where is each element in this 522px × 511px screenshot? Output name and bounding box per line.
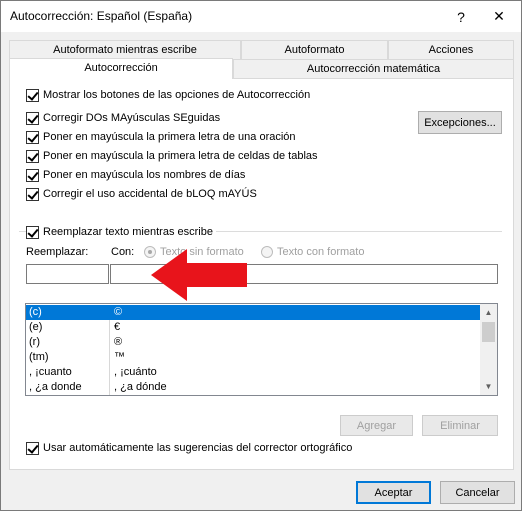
replace-label: Reemplazar: [26, 246, 89, 258]
row-from: (r) [29, 336, 40, 348]
row-to: € [114, 321, 121, 333]
replacement-list[interactable]: (c) © (e) € (r) ® (tm) ™ , ¡cuanto , ¡cu… [25, 303, 498, 396]
tab-actions[interactable]: Acciones [388, 40, 514, 59]
cancel-button[interactable]: Cancelar [440, 481, 515, 504]
show-buttons-checkbox[interactable] [26, 88, 39, 102]
replace-toggle-label: Reemplazar texto mientras escribe [43, 226, 213, 238]
row-from: , ¡cuanto [29, 366, 72, 378]
scroll-up-icon[interactable]: ▲ [480, 304, 497, 321]
replace-toggle-checkbox[interactable] [26, 225, 39, 239]
ok-button[interactable]: Aceptar [356, 481, 431, 504]
formatted-text-radio[interactable] [261, 246, 273, 258]
replace-input[interactable] [26, 264, 109, 284]
delete-button[interactable]: Eliminar [422, 415, 498, 436]
title-bar: Autocorrección: Español (España) ? ✕ [1, 1, 521, 32]
row-from: (tm) [29, 351, 49, 363]
tab-math-autocorrect[interactable]: Autocorrección matemática [233, 59, 514, 78]
formatted-text-label: Texto con formato [277, 246, 365, 258]
add-button[interactable]: Agregar [340, 415, 413, 436]
list-row[interactable]: (r) ® [26, 335, 480, 350]
exceptions-button[interactable]: Excepciones... [418, 111, 502, 134]
days-label: Poner en mayúscula los nombres de días [43, 169, 246, 181]
first-sentence-label: Poner en mayúscula la primera letra de u… [43, 131, 296, 143]
tab-autocorrect[interactable]: Autocorrección [9, 58, 233, 79]
caps-lock-option[interactable]: Corregir el uso accidental de bLOQ mAYÚS [26, 186, 257, 202]
list-row[interactable]: , ¿a donde , ¿a dónde [26, 380, 480, 395]
two-caps-checkbox[interactable] [26, 111, 39, 125]
list-row[interactable]: (tm) ™ [26, 350, 480, 365]
row-to: © [114, 306, 123, 318]
first-cell-checkbox[interactable] [26, 149, 39, 163]
with-label: Con: [111, 246, 135, 258]
days-checkbox[interactable] [26, 168, 39, 182]
first-cell-label: Poner en mayúscula la primera letra de c… [43, 150, 318, 162]
list-row[interactable]: (e) € [26, 320, 480, 335]
two-caps-label: Corregir DOs MAyúsculas SEguidas [43, 112, 221, 124]
row-to: ™ [114, 351, 125, 363]
formatted-text-option[interactable]: Texto con formato [261, 246, 364, 258]
list-scrollbar[interactable]: ▲ ▼ [480, 304, 497, 395]
row-from: , ¿a donde [29, 381, 82, 393]
red-arrow-icon [151, 249, 247, 301]
caps-lock-label: Corregir el uso accidental de bLOQ mAYÚS [43, 188, 257, 200]
first-sentence-checkbox[interactable] [26, 130, 39, 144]
first-cell-option[interactable]: Poner en mayúscula la primera letra de c… [26, 148, 318, 164]
spelling-suggestions-label: Usar automáticamente las sugerencias del… [43, 442, 353, 454]
first-sentence-option[interactable]: Poner en mayúscula la primera letra de u… [26, 129, 296, 145]
show-buttons-option[interactable]: Mostrar los botones de las opciones de A… [26, 87, 310, 103]
row-to: , ¿a dónde [114, 381, 167, 393]
spelling-suggestions-checkbox[interactable] [26, 441, 39, 455]
scroll-down-icon[interactable]: ▼ [480, 378, 497, 395]
replace-toggle-option[interactable]: Reemplazar texto mientras escribe [26, 224, 216, 240]
scroll-thumb[interactable] [482, 322, 495, 342]
tab-autoformat-as-you-type[interactable]: Autoformato mientras escribe [9, 40, 241, 59]
close-button[interactable]: ✕ [479, 1, 519, 32]
list-row[interactable]: , ¡cuanto , ¡cuánto [26, 365, 480, 380]
window-title: Autocorrección: Español (España) [10, 9, 193, 23]
row-from: (e) [29, 321, 43, 333]
row-to: , ¡cuánto [114, 366, 157, 378]
show-buttons-label: Mostrar los botones de las opciones de A… [43, 89, 311, 101]
autocorrect-dialog: Autocorrección: Español (España) ? ✕ Aut… [0, 0, 522, 511]
row-from: (c) [29, 306, 42, 318]
row-to: ® [114, 336, 123, 348]
two-caps-option[interactable]: Corregir DOs MAyúsculas SEguidas [26, 110, 220, 126]
tab-autoformat[interactable]: Autoformato [241, 40, 388, 59]
help-button[interactable]: ? [441, 1, 481, 32]
days-option[interactable]: Poner en mayúscula los nombres de días [26, 167, 245, 183]
spelling-suggestions-option[interactable]: Usar automáticamente las sugerencias del… [26, 440, 352, 456]
list-row[interactable]: (c) © [26, 305, 480, 320]
caps-lock-checkbox[interactable] [26, 187, 39, 201]
